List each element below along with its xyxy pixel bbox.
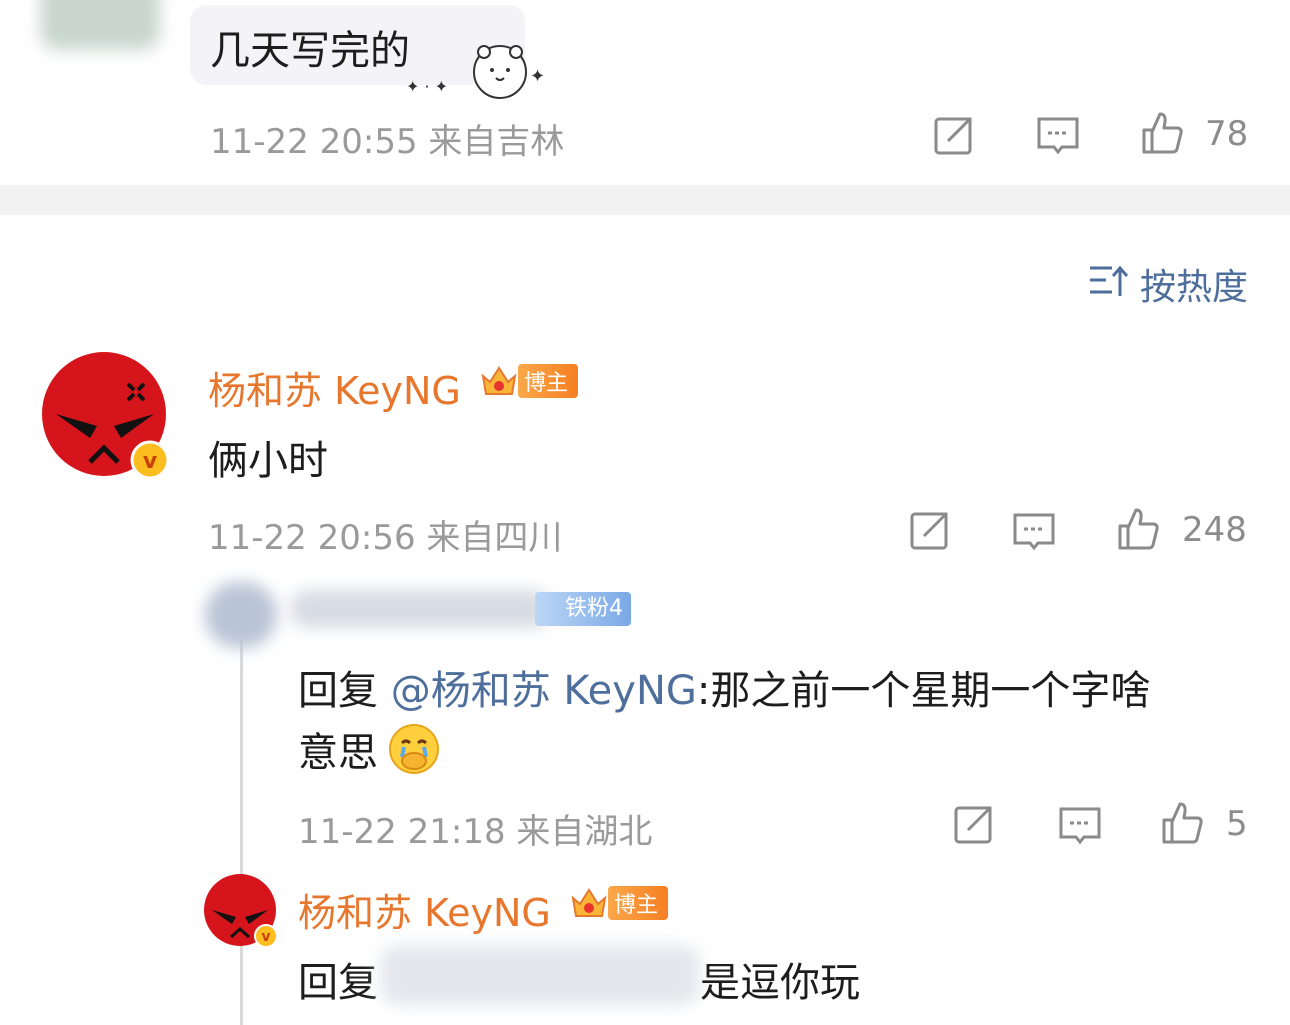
svg-text:✦: ✦: [530, 66, 545, 87]
avatar[interactable]: v: [204, 874, 280, 950]
section-separator: [0, 185, 1290, 215]
fan-badge: 铁粉4: [535, 592, 631, 626]
comment-meta: 11-22 20:55 来自吉林: [210, 122, 565, 162]
host-badge: 博主: [480, 362, 579, 400]
comment-meta: 11-22 20:56 来自四川: [208, 518, 563, 558]
like-count: 5: [1226, 804, 1248, 844]
sort-label[interactable]: 按热度: [1140, 258, 1248, 310]
reply-text: 是逗你玩: [700, 960, 860, 1006]
share-icon[interactable]: [952, 802, 996, 846]
crying-emoji-icon: [389, 724, 439, 774]
like-icon[interactable]: [1140, 110, 1184, 154]
svg-text:✦ · ✦: ✦ · ✦: [406, 77, 448, 96]
host-badge: 博主: [570, 884, 669, 922]
reply-line-1: 回复 @杨和苏 KeyNG:那之前一个星期一个字啥: [298, 658, 1150, 716]
reply-prefix: 回复: [298, 960, 378, 1006]
sort-icon[interactable]: [1088, 262, 1128, 298]
share-icon[interactable]: [932, 113, 976, 157]
like-icon[interactable]: [1160, 800, 1204, 844]
reply-meta: 11-22 21:18 来自湖北: [298, 812, 653, 852]
bear-sticker-icon: ✦ · ✦ ✦: [406, 45, 545, 99]
comment-icon[interactable]: [1058, 804, 1102, 848]
comment-text: 几天写完的: [210, 28, 410, 74]
like-count: 248: [1182, 510, 1247, 550]
reply-text-blurred: [380, 945, 700, 1005]
reply-prefix: 回复: [298, 668, 391, 714]
like-count: 78: [1205, 114, 1249, 154]
thread-line: [240, 640, 243, 1025]
svg-text:v: v: [261, 929, 270, 945]
mention-link[interactable]: @杨和苏 KeyNG: [391, 668, 697, 714]
svg-text:v: v: [143, 449, 158, 474]
reply-text: :那之前一个星期一个字啥: [696, 668, 1151, 714]
crown-icon: [571, 888, 607, 917]
reply-line-2: 意思: [298, 720, 442, 778]
reply-text: 意思: [298, 730, 378, 776]
comment-icon[interactable]: [1012, 510, 1056, 554]
host-badge-label: 博主: [608, 886, 669, 920]
crown-icon: [481, 366, 517, 395]
comment-icon[interactable]: [1036, 114, 1080, 158]
reply-author[interactable]: 杨和苏 KeyNG: [298, 882, 551, 937]
comment-text: 俩小时: [208, 438, 328, 484]
host-badge-label: 博主: [518, 364, 579, 398]
share-icon[interactable]: [908, 508, 952, 552]
comment-author[interactable]: 杨和苏 KeyNG: [208, 360, 461, 415]
avatar-blurred[interactable]: [40, 0, 160, 50]
username-blurred[interactable]: [290, 590, 550, 628]
avatar[interactable]: v: [42, 352, 172, 482]
avatar-blurred[interactable]: [205, 582, 277, 648]
like-icon[interactable]: [1116, 506, 1160, 550]
